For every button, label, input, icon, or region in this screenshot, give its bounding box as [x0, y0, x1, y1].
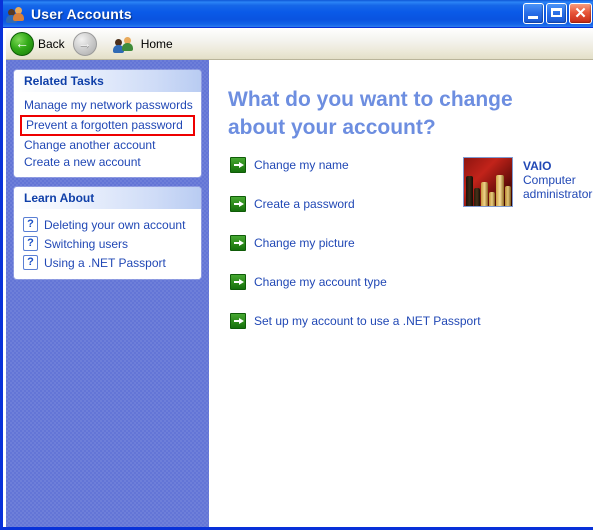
title-bar: User Accounts ✕ — [3, 0, 593, 28]
window-buttons: ✕ — [523, 3, 592, 24]
question-mark-icon: ? — [23, 217, 38, 232]
green-arrow-icon — [230, 157, 246, 173]
green-arrow-icon — [230, 274, 246, 290]
related-tasks-panel: Related Tasks Manage my network password… — [14, 70, 201, 177]
task-label: Change my name — [254, 158, 349, 172]
back-button[interactable]: ← Back — [6, 30, 69, 58]
sidebar-link-deleting-your-own-account[interactable]: ? Deleting your own account — [14, 215, 201, 234]
sidebar-link-using-net-passport[interactable]: ? Using a .NET Passport — [14, 253, 201, 272]
forward-button[interactable]: → — [69, 30, 105, 58]
learn-about-header: Learn About — [14, 187, 201, 209]
minimize-icon — [528, 16, 538, 19]
learn-about-label: Switching users — [44, 236, 129, 251]
related-tasks-header: Related Tasks — [14, 70, 201, 92]
green-arrow-icon — [230, 313, 246, 329]
related-tasks-list: Manage my network passwords Prevent a fo… — [14, 92, 201, 177]
task-change-my-account-type[interactable]: Change my account type — [230, 273, 570, 291]
close-icon: ✕ — [574, 5, 587, 22]
task-label: Create a password — [254, 197, 355, 211]
account-info: VAIO Computer administrator — [523, 157, 593, 201]
learn-about-label: Using a .NET Passport — [44, 255, 166, 270]
sidebar-link-switching-users[interactable]: ? Switching users — [14, 234, 201, 253]
home-button-label: Home — [140, 36, 173, 51]
forward-arrow-icon: → — [72, 31, 97, 56]
account-summary: VAIO Computer administrator — [463, 157, 593, 207]
sidebar-link-prevent-forgotten-password[interactable]: Prevent a forgotten password — [20, 115, 195, 136]
green-arrow-icon — [230, 235, 246, 251]
learn-about-panel: Learn About ? Deleting your own account … — [14, 187, 201, 279]
maximize-button[interactable] — [546, 3, 567, 24]
user-accounts-window: User Accounts ✕ ← Back → Home Related Ta… — [0, 0, 593, 530]
learn-about-label: Deleting your own account — [44, 217, 186, 232]
toolbar: ← Back → Home — [6, 28, 593, 60]
window-frame: User Accounts ✕ ← Back → Home Related Ta… — [0, 0, 593, 530]
learn-about-list: ? Deleting your own account ? Switching … — [14, 209, 201, 279]
minimize-button[interactable] — [523, 3, 544, 24]
back-arrow-icon: ← — [10, 31, 34, 56]
task-label: Change my picture — [254, 236, 355, 250]
question-mark-icon: ? — [23, 255, 38, 270]
account-type: Computer administrator — [523, 173, 593, 201]
sidebar: Related Tasks Manage my network password… — [6, 60, 209, 527]
content-area: What do you want to change about your ac… — [209, 60, 593, 527]
page-title: What do you want to change about your ac… — [228, 88, 513, 139]
question-mark-icon: ? — [23, 236, 38, 251]
close-button[interactable]: ✕ — [569, 3, 592, 24]
home-button[interactable]: Home — [111, 30, 177, 58]
sidebar-link-manage-network-passwords[interactable]: Manage my network passwords — [14, 97, 201, 114]
green-arrow-icon — [230, 196, 246, 212]
maximize-icon — [551, 8, 562, 17]
task-setup-net-passport[interactable]: Set up my account to use a .NET Passport — [230, 312, 570, 330]
task-change-my-picture[interactable]: Change my picture — [230, 234, 570, 252]
users-icon — [112, 35, 137, 53]
window-title: User Accounts — [31, 5, 132, 22]
task-label: Change my account type — [254, 275, 387, 289]
chess-pieces-avatar[interactable] — [463, 157, 513, 207]
task-label: Set up my account to use a .NET Passport — [254, 314, 481, 328]
account-name: VAIO — [523, 159, 552, 173]
back-button-label: Back — [38, 36, 65, 51]
user-accounts-icon — [6, 5, 26, 23]
sidebar-link-change-another-account[interactable]: Change another account — [14, 137, 201, 154]
sidebar-link-create-new-account[interactable]: Create a new account — [14, 154, 201, 171]
